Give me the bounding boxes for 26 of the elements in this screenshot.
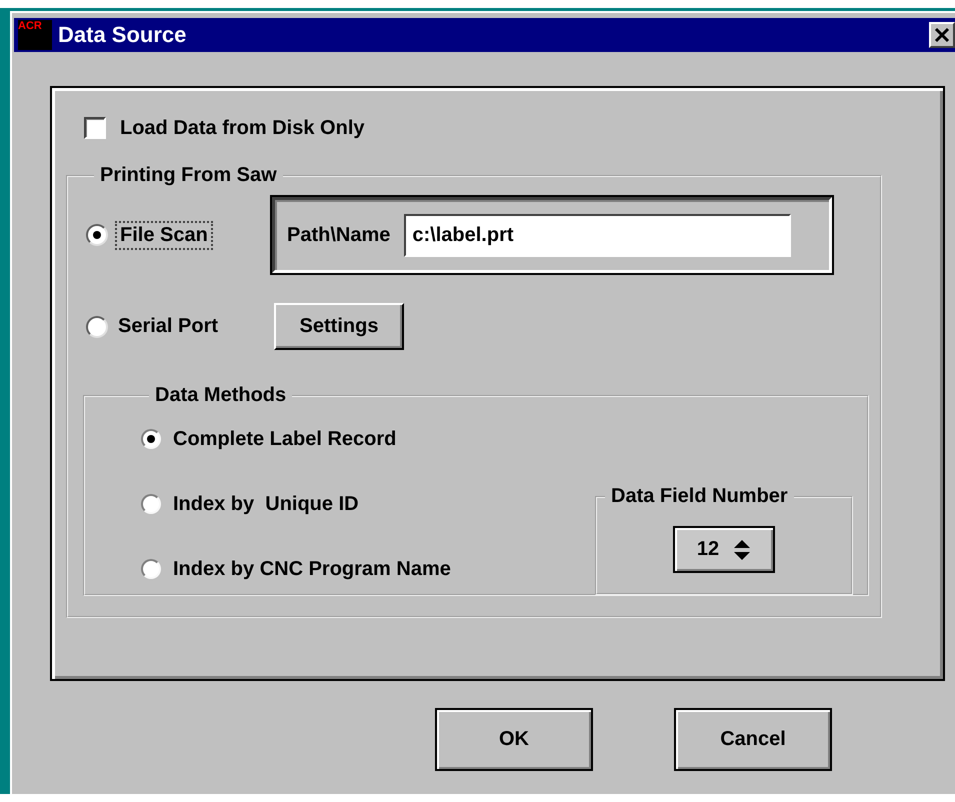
checkbox[interactable] — [84, 117, 106, 139]
path-field[interactable]: c:\label.prt — [404, 214, 792, 256]
group-title: Data Methods — [154, 384, 288, 407]
radio-button[interactable] — [141, 494, 161, 514]
group-title: Data Field Number — [610, 485, 789, 508]
app-icon: ACR — [18, 20, 52, 50]
radio-label: File Scan — [118, 224, 210, 246]
group-title: Printing From Saw — [99, 164, 278, 187]
up-down-icon — [733, 538, 752, 560]
radio-label: Index by CNC Program Name — [173, 558, 451, 580]
radio-button[interactable] — [86, 224, 108, 246]
radio-button[interactable] — [141, 429, 161, 449]
settings-button[interactable]: Settings — [274, 303, 404, 350]
radio-label: Serial Port — [118, 315, 218, 338]
window-title: Data Source — [58, 22, 188, 48]
close-icon — [934, 27, 950, 43]
radio-label: Index by Unique ID — [173, 492, 359, 516]
checkbox-label: Load Data from Disk Only — [120, 116, 364, 140]
radio-label: Complete Label Record — [173, 428, 396, 450]
radio-button[interactable] — [86, 316, 108, 338]
close-button[interactable] — [929, 22, 955, 48]
number-spinner[interactable]: 12 — [673, 526, 775, 573]
dialog-button[interactable]: OK — [435, 708, 593, 771]
radio-button[interactable] — [141, 559, 161, 579]
dialog-button[interactable]: Cancel — [674, 708, 832, 771]
field-label: Path\Name — [287, 224, 390, 246]
